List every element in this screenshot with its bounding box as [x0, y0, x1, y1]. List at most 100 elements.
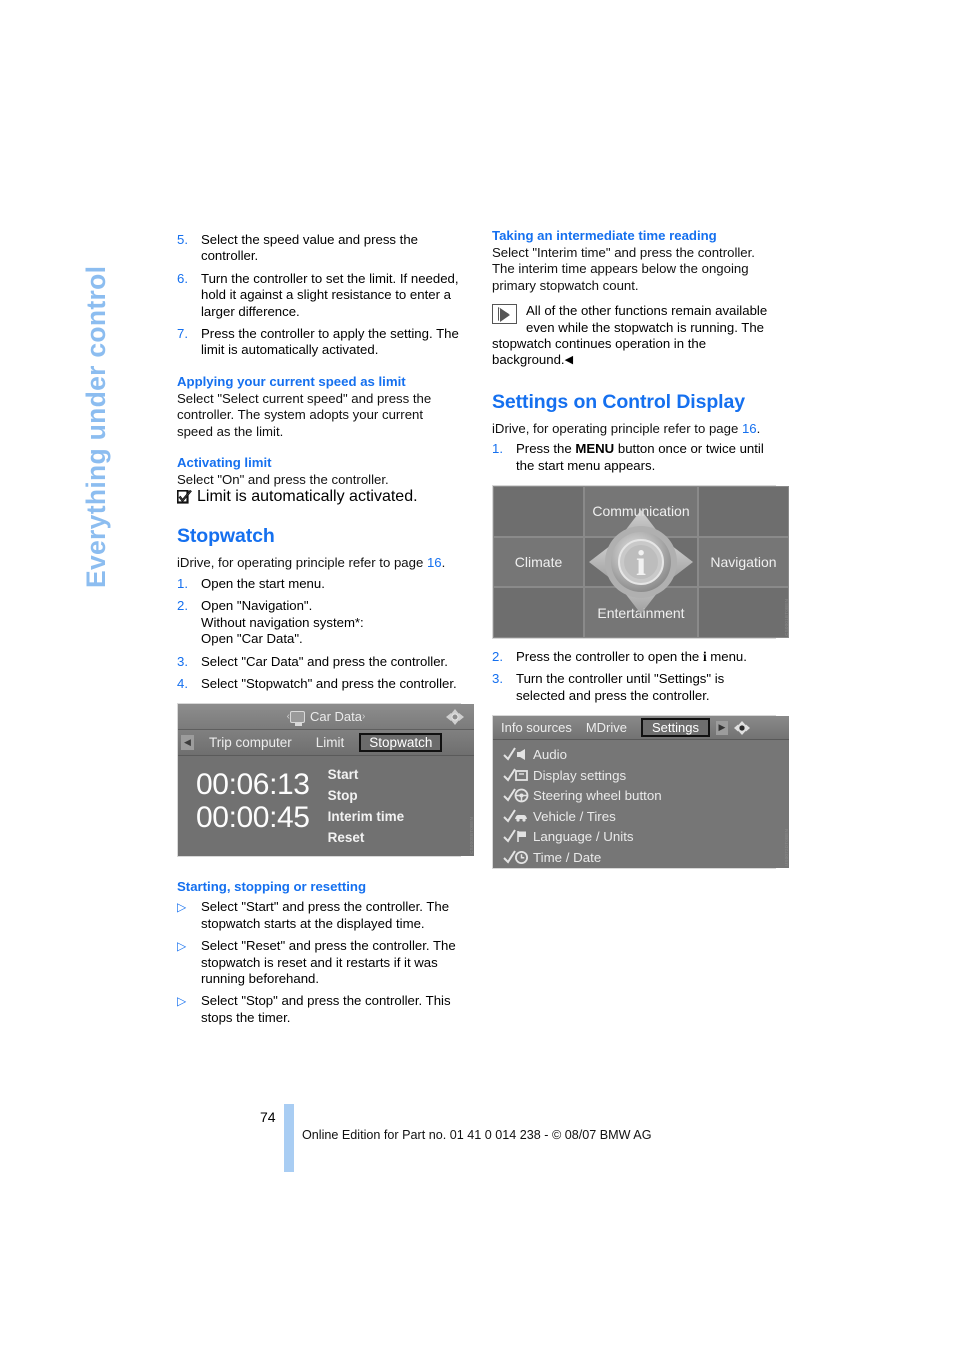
step-number: 7. [177, 326, 188, 342]
menu-item-reset[interactable]: Reset [328, 827, 474, 848]
monitor-icon [289, 710, 305, 726]
step-text: Press the controller to apply the settin… [201, 326, 459, 358]
controller-diamond-icon[interactable] [732, 719, 752, 736]
list-item-label: Display settings [533, 767, 627, 783]
step-number: 1. [492, 441, 503, 457]
settings-idrive-note: iDrive, for operating principle refer to… [492, 421, 776, 437]
limit-activated-result: Limit is automatically activated. [177, 488, 461, 506]
list-item[interactable]: Steering wheel button [499, 785, 789, 806]
applying-speed-heading: Applying your current speed as limit [177, 373, 406, 389]
manual-page: Everything under control 5. Select the s… [0, 0, 954, 1350]
figure-code: US0072DT0BEN [784, 829, 789, 867]
page-number: 74 [260, 1109, 276, 1125]
chapter-tab: Everything under control [81, 228, 158, 588]
idrive-note-pre: iDrive, for operating principle refer to… [177, 555, 427, 571]
list-item: 1. Open the start menu. [177, 576, 461, 592]
stopwatch-menu: Start Stop Interim time Reset [310, 756, 474, 854]
stopwatch-times: 00:06:13 00:00:45 [178, 756, 310, 854]
applying-speed-body: Select "Select current speed" and press … [177, 390, 432, 439]
step-text: Turn the controller until "Settings" is … [516, 671, 725, 703]
menu-item-interim-time[interactable]: Interim time [328, 806, 474, 827]
tab-limit[interactable]: Limit [307, 734, 354, 751]
settings-screenshot: Info sources MDrive Settings ▶ Audio Dis… [492, 715, 789, 870]
list-item-label: Audio [533, 747, 568, 763]
tab-stopwatch[interactable]: Stopwatch [359, 733, 443, 753]
figure-code: CS0008BT0BEN [469, 817, 474, 855]
step-number: 3. [177, 653, 188, 669]
settings-steps-list-1: 1. Press the MENU button once or twice u… [492, 441, 776, 474]
tab-mdrive[interactable]: MDrive [586, 720, 627, 735]
list-item: 6. Turn the controller to set the limit.… [177, 271, 461, 320]
step-text: Open the start menu. [201, 575, 325, 591]
list-item-text: Select "Reset" and press the controller.… [201, 938, 456, 986]
next-arrow-icon[interactable]: › [362, 711, 365, 722]
figure-code: CS0001BT0BEN [784, 599, 789, 637]
start-menu-screen: Communication Climate Navigation Enterta… [493, 486, 789, 639]
list-item[interactable]: Vehicle / Tires [499, 806, 789, 827]
menu-item-climate-label: Climate [514, 554, 563, 571]
step-text: Press the MENU button once or twice unti… [516, 441, 776, 474]
steering-wheel-icon [499, 788, 533, 803]
speaker-icon [499, 747, 533, 762]
list-item: 7. Press the controller to apply the set… [177, 326, 461, 359]
tab-right-arrow-icon[interactable]: ▶ [715, 720, 728, 735]
list-item: 3. Turn the controller until "Settings" … [492, 671, 776, 704]
stopwatch-steps-list: 1. Open the start menu. 2. Open "Navigat… [177, 576, 461, 692]
list-item: ▷ Select "Start" and press the controlle… [177, 899, 461, 932]
flag-icon [499, 829, 533, 844]
list-item-label: Time / Date [533, 849, 602, 865]
list-item: 2. Press the controller to open the i me… [492, 649, 776, 665]
settings-on-control-display-heading: Settings on Control Display [492, 390, 745, 413]
list-item[interactable]: Audio [499, 744, 789, 765]
menu-item-communication-label: Communication [592, 503, 690, 520]
grid-cell-center [584, 536, 698, 588]
page-ref-link[interactable]: 16 [742, 421, 757, 436]
step-number: 3. [492, 671, 503, 687]
menu-item-navigation[interactable]: Navigation [697, 536, 789, 588]
right-column: Taking an intermediate time reading Sele… [492, 228, 789, 870]
grid-cell-empty [697, 486, 789, 537]
car-data-tabbar: ◀ Trip computer Limit Stopwatch [178, 730, 474, 757]
note-end-icon: ◀ [564, 354, 574, 367]
interim-reading-body: Select "Interim time" and press the cont… [492, 245, 755, 293]
tab-info-sources[interactable]: Info sources [501, 720, 572, 735]
stopwatch-idrive-note: iDrive, for operating principle refer to… [177, 555, 461, 571]
step-text: Select "Stopwatch" and press the control… [201, 675, 457, 691]
menu-item-start[interactable]: Start [328, 764, 474, 785]
page-ref-link[interactable]: 16 [427, 555, 442, 570]
tab-settings[interactable]: Settings [641, 718, 710, 738]
step-number: 2. [492, 649, 503, 665]
menu-item-entertainment[interactable]: Entertainment [584, 587, 698, 639]
settings-screen: Info sources MDrive Settings ▶ Audio Dis… [493, 716, 789, 869]
car-data-title: Car Data [309, 709, 363, 725]
list-item[interactable]: Time / Date [499, 847, 789, 868]
step-number: 4. [177, 675, 188, 691]
menu-item-communication[interactable]: Communication [584, 486, 698, 537]
menu-button-label: MENU [575, 441, 615, 457]
triangle-bullet-icon: ▷ [177, 900, 187, 915]
info-note-text: All of the other functions remain availa… [492, 303, 768, 368]
menu-item-climate[interactable]: Climate [493, 536, 585, 588]
chapter-tab-label: Everything under control [81, 265, 111, 588]
activating-limit-body: Select "On" and press the controller. [177, 472, 389, 488]
step-number: 6. [177, 270, 188, 286]
tab-left-arrow-icon[interactable]: ◀ [181, 735, 194, 751]
menu-item-stop[interactable]: Stop [328, 785, 474, 806]
step-text: Select the speed value and press the con… [201, 232, 419, 264]
idrive-note-post: . [441, 555, 446, 571]
stopwatch-heading: Stopwatch [177, 525, 275, 548]
triangle-bullet-icon: ▷ [177, 939, 187, 954]
settings-tabbar: Info sources MDrive Settings ▶ [493, 716, 789, 741]
grid-cell-empty [697, 587, 789, 639]
list-item[interactable]: Display settings [499, 765, 789, 786]
controller-diamond-icon[interactable] [444, 707, 466, 727]
info-note: All of the other functions remain availa… [492, 303, 776, 369]
step-text: Turn the controller to set the limit. If… [201, 270, 459, 319]
list-item: 3. Select "Car Data" and press the contr… [177, 654, 461, 670]
tab-trip-computer[interactable]: Trip computer [200, 734, 301, 751]
limit-steps-list: 5. Select the speed value and press the … [177, 232, 461, 359]
list-item: 2. Open "Navigation". Without navigation… [177, 598, 461, 647]
list-item[interactable]: Language / Units [499, 826, 789, 847]
menu-item-navigation-label: Navigation [710, 554, 777, 571]
idrive-note-post: . [756, 420, 761, 436]
